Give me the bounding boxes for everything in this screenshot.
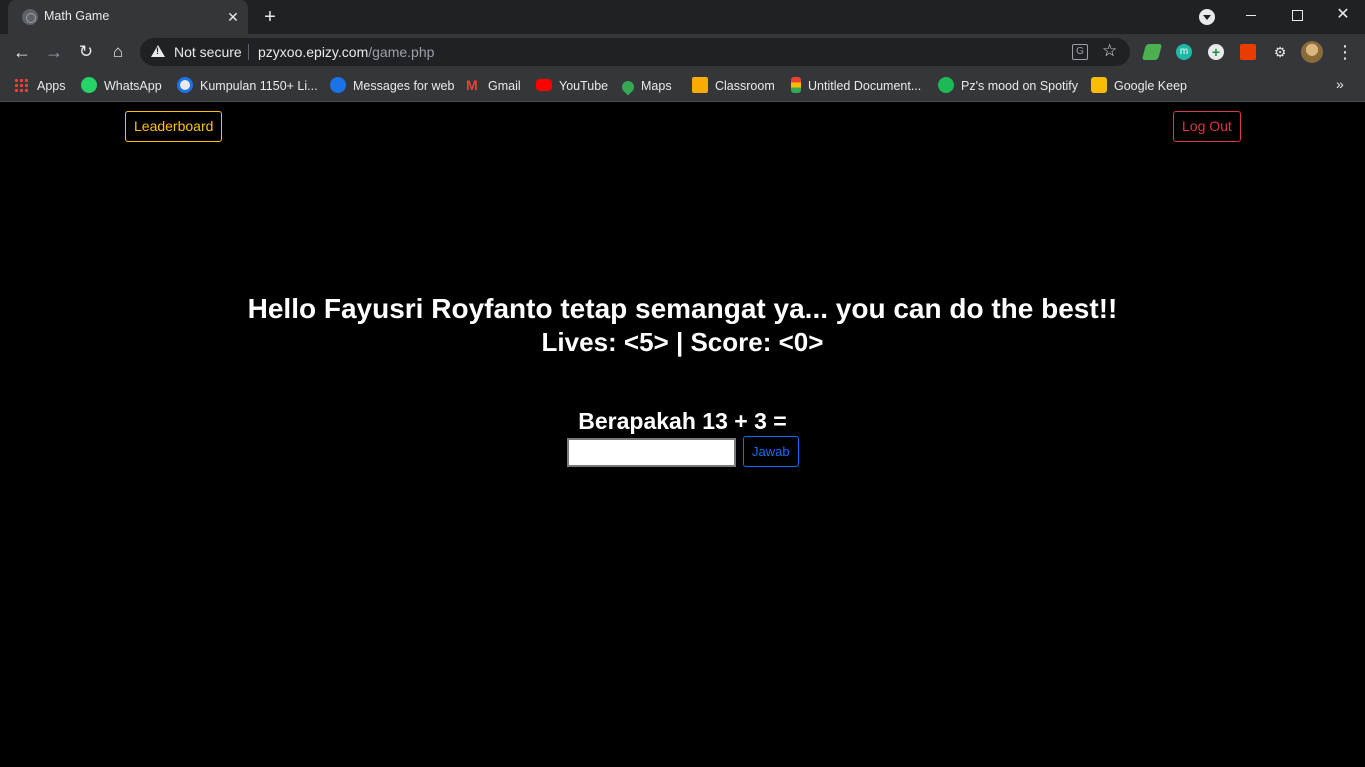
warning-icon[interactable] xyxy=(151,45,165,57)
bookmark-label: Maps xyxy=(641,79,672,93)
classroom-icon xyxy=(692,77,708,93)
home-icon[interactable]: ⌂ xyxy=(106,40,130,64)
bookmark-label: Untitled Document... xyxy=(808,79,922,93)
logout-button[interactable]: Log Out xyxy=(1173,111,1241,142)
url-path: /game.php xyxy=(368,44,435,60)
url-host: pzyxoo.epizy.com xyxy=(258,44,369,60)
address-divider xyxy=(248,44,249,60)
bookmark-google-keep[interactable]: Google Keep xyxy=(1091,76,1187,96)
lives-score-display: Lives: <5> | Score: <0> xyxy=(541,327,824,357)
bookmark-star-icon[interactable]: ☆ xyxy=(1102,41,1117,61)
bookmark-maps[interactable]: Maps xyxy=(619,76,672,96)
tab-close-icon[interactable]: ✕ xyxy=(224,8,242,26)
back-arrow-icon[interactable]: ← xyxy=(10,40,34,64)
bookmark-label: Messages for web xyxy=(353,79,455,93)
bookmark-spotify[interactable]: Pz's mood on Spotify xyxy=(938,76,1078,96)
bookmarks-bar: Apps WhatsApp Kumpulan 1150+ Li... Messa… xyxy=(0,70,1365,102)
bookmark-messages[interactable]: Messages for web xyxy=(330,76,454,96)
bookmark-untitled-document[interactable]: Untitled Document... xyxy=(791,76,921,96)
math-question: Berapakah 13 + 3 = xyxy=(578,408,787,434)
bookmarks-overflow-icon[interactable]: » xyxy=(1336,76,1344,92)
answer-input[interactable] xyxy=(567,438,736,467)
bookmark-label: Apps xyxy=(37,79,66,93)
extension-globe-icon[interactable] xyxy=(1141,44,1163,60)
whatsapp-icon xyxy=(81,77,97,93)
bookmark-youtube[interactable]: YouTube xyxy=(536,76,608,96)
docs-icon xyxy=(791,77,801,93)
reload-icon[interactable]: ↻ xyxy=(74,40,98,64)
puzzle-icon[interactable]: ⚙ xyxy=(1272,44,1288,60)
greeting-heading: Hello Fayusri Royfanto tetap semangat ya… xyxy=(247,293,1118,324)
minimize-button[interactable] xyxy=(1236,4,1266,26)
apps-grid-icon xyxy=(14,78,28,92)
profile-avatar[interactable] xyxy=(1301,41,1323,63)
translate-icon[interactable]: G xyxy=(1072,44,1088,60)
bookmark-label: YouTube xyxy=(559,79,609,93)
maximize-button[interactable] xyxy=(1282,4,1312,26)
browser-toolbar: ← → ↻ ⌂ Not secure pzyxoo.epizy.com/game… xyxy=(0,34,1365,70)
submit-answer-button[interactable]: Jawab xyxy=(743,436,799,467)
address-bar[interactable]: Not secure pzyxoo.epizy.com/game.php G ☆ xyxy=(140,38,1130,66)
window-close-button[interactable]: ✕ xyxy=(1328,4,1358,26)
tab-search-icon[interactable] xyxy=(1199,9,1215,25)
keep-icon xyxy=(1091,77,1107,93)
gmail-icon xyxy=(465,75,481,95)
bookmark-apps[interactable]: Apps xyxy=(14,76,66,96)
bookmark-classroom[interactable]: Classroom xyxy=(692,76,775,96)
game-page: Leaderboard Log Out Hello Fayusri Royfan… xyxy=(0,103,1365,767)
extension-m-icon[interactable]: m xyxy=(1176,44,1192,60)
bookmark-label: Gmail xyxy=(488,79,521,93)
bookmark-kumpulan[interactable]: Kumpulan 1150+ Li... xyxy=(177,76,318,96)
bookmark-whatsapp[interactable]: WhatsApp xyxy=(81,76,162,96)
youtube-icon xyxy=(536,79,552,91)
browser-tab-strip: Math Game ✕ + ✕ xyxy=(0,0,1365,34)
bookmark-label: WhatsApp xyxy=(104,79,162,93)
bookmark-label: Kumpulan 1150+ Li... xyxy=(200,79,318,93)
forward-arrow-icon[interactable]: → xyxy=(42,40,66,64)
bookmark-label: Classroom xyxy=(715,79,775,93)
extension-plus-icon[interactable]: + xyxy=(1208,44,1224,60)
globe-icon xyxy=(22,9,38,25)
tab-title: Math Game xyxy=(44,9,110,23)
leaderboard-button[interactable]: Leaderboard xyxy=(125,111,223,142)
messages-icon xyxy=(330,77,346,93)
new-tab-button[interactable]: + xyxy=(259,6,281,28)
kumpulan-icon xyxy=(177,77,193,93)
security-label[interactable]: Not secure xyxy=(174,44,242,60)
spotify-icon xyxy=(938,77,954,93)
url-text[interactable]: pzyxoo.epizy.com/game.php xyxy=(258,44,434,60)
more-menu-icon[interactable]: ⋮ xyxy=(1336,40,1354,64)
bookmark-gmail[interactable]: Gmail xyxy=(465,75,521,96)
bookmark-label: Google Keep xyxy=(1114,79,1187,93)
browser-tab[interactable]: Math Game ✕ xyxy=(8,0,248,34)
maps-icon xyxy=(619,78,637,96)
bookmark-label: Pz's mood on Spotify xyxy=(961,79,1079,93)
office-icon[interactable] xyxy=(1240,44,1256,60)
